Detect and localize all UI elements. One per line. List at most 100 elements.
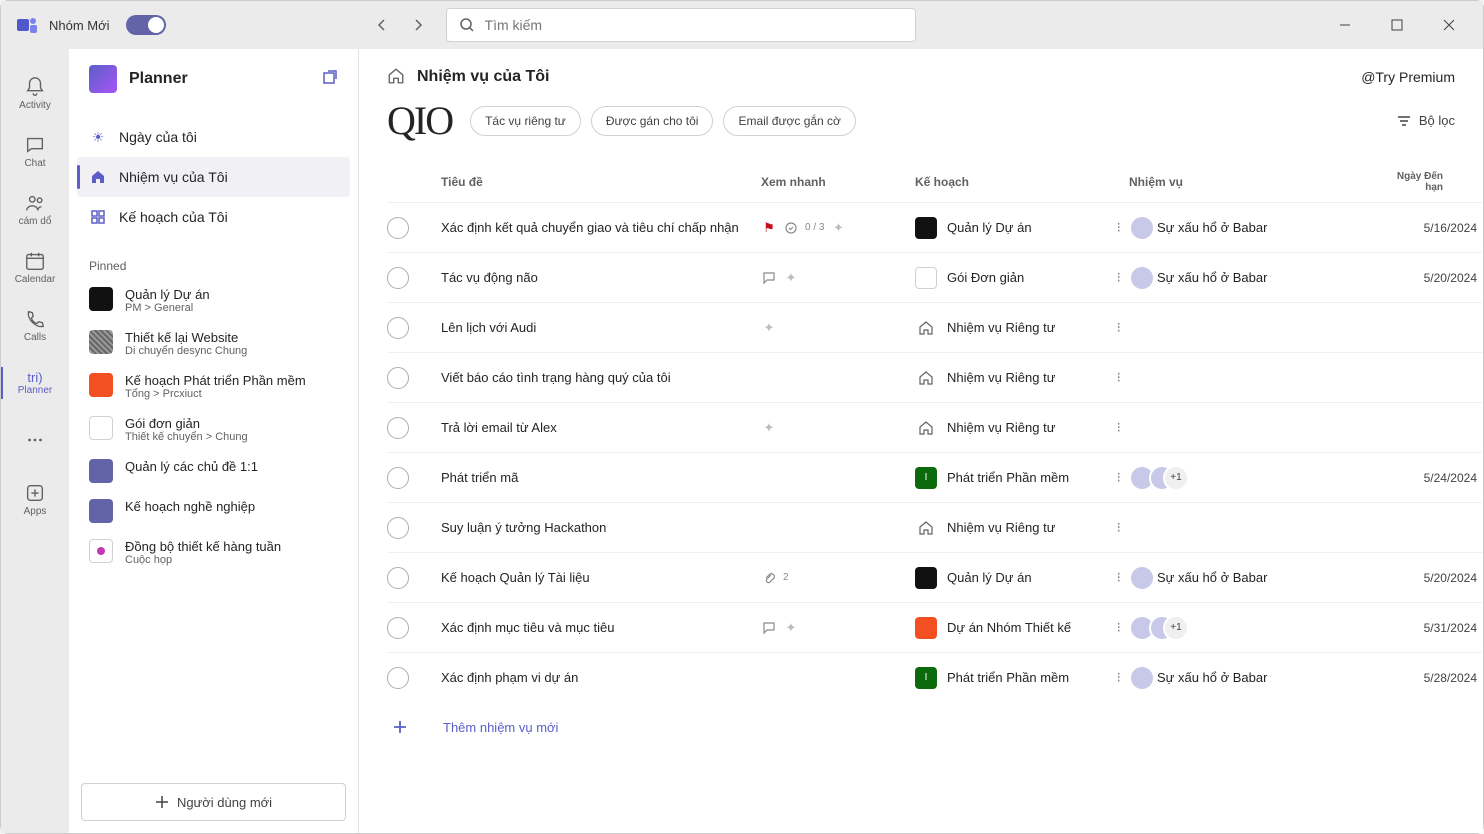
task-plan[interactable]: Quản lý Dự án⁝	[915, 567, 1129, 589]
col-quick[interactable]: Xem nhanh	[761, 175, 915, 189]
sparkle-icon: ✦	[783, 270, 799, 286]
filter-pill-private[interactable]: Tác vụ riêng tư	[470, 106, 581, 136]
filter-pill-flagged[interactable]: Email được gắn cờ	[723, 106, 855, 136]
task-plan[interactable]: Quản lý Dự án⁝	[915, 217, 1129, 239]
nav-back-button[interactable]	[366, 9, 398, 41]
task-plan[interactable]: Nhiệm vụ Riêng tư⁝	[915, 417, 1129, 439]
window-maximize-button[interactable]	[1375, 9, 1419, 41]
task-plan[interactable]: Dự án Nhóm Thiết kế⁝	[915, 617, 1129, 639]
sidebar-item-myday[interactable]: ☀Ngày của tôi	[77, 117, 350, 157]
task-due: 5/28/2024	[1383, 671, 1483, 685]
rail-apps[interactable]: Apps	[7, 471, 63, 527]
rail-activity[interactable]: Activity	[7, 65, 63, 121]
col-plan[interactable]: Kế hoạch	[915, 175, 1129, 189]
plan-menu[interactable]: ⁝	[1109, 619, 1129, 636]
task-row[interactable]: Xác định mục tiêu và mục tiêu✦Dự án Nhóm…	[387, 602, 1483, 652]
view-label: QIO	[387, 97, 452, 144]
sidebar-pinned-item[interactable]: Quản lý Dự ánPM > General	[69, 279, 358, 322]
main-content: Nhiệm vụ của Tôi @Try Premium QIO Tác vụ…	[359, 49, 1483, 833]
plan-icon	[89, 330, 113, 354]
task-plan[interactable]: Gói Đơn giản⁝	[915, 267, 1129, 289]
assignee-name: Sự xấu hổ ở Babar	[1157, 670, 1267, 685]
window-close-button[interactable]	[1427, 9, 1471, 41]
search-box[interactable]	[446, 8, 916, 42]
task-plan[interactable]: IPhát triển Phần mềm⁝	[915, 467, 1129, 489]
sidebar-pinned-item[interactable]: Kế hoạch nghề nghiệp	[69, 491, 358, 531]
task-row[interactable]: Xác định kết quả chuyển giao và tiêu chí…	[387, 202, 1483, 252]
rail-teams[interactable]: cám dổ	[7, 181, 63, 237]
task-row[interactable]: Phát triển mãIPhát triển Phần mềm⁝+15/24…	[387, 452, 1483, 502]
task-assignees[interactable]: Sự xấu hổ ở Babar	[1129, 665, 1383, 691]
plan-menu[interactable]: ⁝	[1109, 569, 1129, 586]
task-row[interactable]: Lên lịch với Audi✦Nhiệm vụ Riêng tư⁝	[387, 302, 1483, 352]
sidebar-pinned-item[interactable]: Kế hoạch Phát triển Phần mềmTổng > Prcxi…	[69, 365, 358, 408]
task-plan[interactable]: Nhiệm vụ Riêng tư⁝	[915, 517, 1129, 539]
task-plan[interactable]: Nhiệm vụ Riêng tư⁝	[915, 367, 1129, 389]
preview-toggle[interactable]	[126, 15, 166, 35]
plan-menu[interactable]: ⁝	[1109, 219, 1129, 236]
add-task-row[interactable]: Thêm nhiệm vụ mới	[387, 702, 1483, 752]
rail-calls[interactable]: Calls	[7, 297, 63, 353]
complete-checkbox[interactable]	[387, 317, 409, 339]
col-due[interactable]: Ngày Đến hạn	[1383, 171, 1443, 193]
sidebar-pinned-item[interactable]: Quản lý các chủ đề 1:1	[69, 451, 358, 491]
task-assignees[interactable]: Sự xấu hổ ở Babar	[1129, 565, 1383, 591]
rail-calendar[interactable]: Calendar	[7, 239, 63, 295]
assignee-avatars	[1129, 265, 1149, 291]
home-outline-icon	[387, 67, 407, 87]
task-title: Lên lịch với Audi	[441, 320, 761, 335]
complete-checkbox[interactable]	[387, 217, 409, 239]
complete-checkbox[interactable]	[387, 517, 409, 539]
plan-icon	[89, 373, 113, 397]
pinned-title: Quản lý các chủ đề 1:1	[125, 459, 258, 474]
plan-menu[interactable]: ⁝	[1109, 519, 1129, 536]
complete-checkbox[interactable]	[387, 367, 409, 389]
grid-icon	[89, 208, 107, 226]
task-row[interactable]: Tác vụ động não✦Gói Đơn giản⁝Sự xấu hổ ở…	[387, 252, 1483, 302]
sidebar-pinned-item[interactable]: Thiết kế lại WebsiteDi chuyển desync Chu…	[69, 322, 358, 365]
complete-checkbox[interactable]	[387, 267, 409, 289]
plan-menu[interactable]: ⁝	[1109, 419, 1129, 436]
task-row[interactable]: Xác định phạm vi dự ánIPhát triển Phần m…	[387, 652, 1483, 702]
task-plan[interactable]: Nhiệm vụ Riêng tư⁝	[915, 317, 1129, 339]
task-assignees[interactable]: +1	[1129, 465, 1383, 491]
plan-menu[interactable]: ⁝	[1109, 319, 1129, 336]
popout-icon[interactable]	[322, 69, 338, 90]
task-row[interactable]: Kế hoạch Quản lý Tài liệu2Quản lý Dự án⁝…	[387, 552, 1483, 602]
sidebar-pinned-item[interactable]: Đồng bộ thiết kế hàng tuầnCuộc họp	[69, 531, 358, 574]
task-assignees[interactable]: Sự xấu hổ ở Babar	[1129, 215, 1383, 241]
window-minimize-button[interactable]	[1323, 9, 1367, 41]
task-plan[interactable]: IPhát triển Phần mềm⁝	[915, 667, 1129, 689]
task-assignees[interactable]: Sự xấu hổ ở Babar	[1129, 265, 1383, 291]
planner-app-icon	[89, 65, 117, 93]
plan-menu[interactable]: ⁝	[1109, 669, 1129, 686]
complete-checkbox[interactable]	[387, 467, 409, 489]
plan-menu[interactable]: ⁝	[1109, 469, 1129, 486]
new-plan-button[interactable]: Người dùng mới	[81, 783, 346, 821]
rail-planner[interactable]: tri)Planner	[7, 355, 63, 411]
complete-checkbox[interactable]	[387, 617, 409, 639]
plan-icon	[89, 499, 113, 523]
plan-menu[interactable]: ⁝	[1109, 269, 1129, 286]
sidebar-pinned-item[interactable]: Gói đơn giảnThiết kế chuyển > Chung	[69, 408, 358, 451]
task-assignees[interactable]: +1	[1129, 615, 1383, 641]
try-premium-link[interactable]: @Try Premium	[1361, 69, 1455, 85]
col-title[interactable]: Tiêu đề	[441, 175, 761, 189]
complete-checkbox[interactable]	[387, 667, 409, 689]
complete-checkbox[interactable]	[387, 567, 409, 589]
rail-more[interactable]	[7, 413, 63, 469]
app-rail: Activity Chat cám dổ Calendar Calls tri)…	[1, 49, 69, 833]
nav-forward-button[interactable]	[402, 9, 434, 41]
task-row[interactable]: Suy luận ý tưởng HackathonNhiệm vụ Riêng…	[387, 502, 1483, 552]
plan-menu[interactable]: ⁝	[1109, 369, 1129, 386]
filter-button[interactable]: Bộ lọc	[1397, 113, 1455, 128]
sidebar-item-myplans[interactable]: Kế hoạch của Tôi	[77, 197, 350, 237]
task-row[interactable]: Trả lời email từ Alex✦Nhiệm vụ Riêng tư⁝	[387, 402, 1483, 452]
complete-checkbox[interactable]	[387, 417, 409, 439]
sidebar-item-mytasks[interactable]: Nhiệm vụ của Tôi	[77, 157, 350, 197]
search-input[interactable]	[485, 17, 903, 33]
task-row[interactable]: Viết báo cáo tình trạng hàng quý của tôi…	[387, 352, 1483, 402]
filter-pill-assigned[interactable]: Được gán cho tôi	[591, 106, 714, 136]
col-assign[interactable]: Nhiệm vụ	[1129, 175, 1383, 189]
rail-chat[interactable]: Chat	[7, 123, 63, 179]
